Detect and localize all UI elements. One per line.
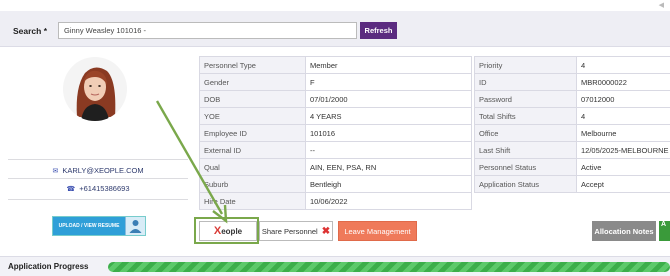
upload-resume-button[interactable]: UPLOAD / VIEW RESUME bbox=[52, 216, 146, 236]
detail-value: 101016 bbox=[305, 124, 472, 142]
detail-value: 07/01/2000 bbox=[305, 90, 472, 108]
detail-row: Employee ID 101016 bbox=[199, 124, 472, 142]
application-progress-bar bbox=[108, 262, 670, 272]
detail-row: Qual AIN, EEN, PSA, RN bbox=[199, 158, 472, 176]
detail-value: 07012000 bbox=[576, 90, 670, 108]
highlight-box bbox=[194, 217, 259, 244]
detail-row: DOB 07/01/2000 bbox=[199, 90, 472, 108]
detail-key: External ID bbox=[199, 141, 306, 159]
allocation-notes-button[interactable]: Allocation Notes bbox=[592, 221, 656, 241]
detail-row: Personnel Type Member bbox=[199, 56, 472, 74]
detail-row: Gender F bbox=[199, 73, 472, 91]
resume-person-icon bbox=[125, 217, 145, 235]
collapse-triangle-icon[interactable]: ◀ bbox=[659, 1, 664, 9]
detail-value: F bbox=[305, 73, 472, 91]
application-progress-label: Application Progress bbox=[8, 262, 89, 271]
detail-value: Active bbox=[576, 158, 670, 176]
share-personnel-button[interactable]: Share Personnel ✖ bbox=[259, 221, 333, 241]
detail-value: 10/06/2022 bbox=[305, 192, 472, 210]
detail-row: ID MBR0000022 bbox=[474, 73, 670, 91]
detail-key: Password bbox=[474, 90, 577, 108]
detail-key: Application Status bbox=[474, 175, 577, 193]
search-input[interactable] bbox=[58, 22, 357, 39]
detail-value: AIN, EEN, PSA, RN bbox=[305, 158, 472, 176]
detail-row: Password 07012000 bbox=[474, 90, 670, 108]
detail-value: 4 bbox=[576, 56, 670, 74]
details-table-right: Priority 4 ID MBR0000022 Password 07012000 Tot… bbox=[474, 56, 670, 193]
detail-value: -- bbox=[305, 141, 472, 159]
detail-row: Office Melbourne bbox=[474, 124, 670, 142]
detail-row: Last Shift12/05/2025-MELBOURNE HOSPITAL bbox=[474, 141, 670, 159]
application-progress-fill bbox=[108, 262, 670, 272]
phone-text: +61415386693 bbox=[79, 184, 130, 193]
allocation-second-button[interactable]: A bbox=[659, 221, 670, 241]
detail-key: Suburb bbox=[199, 175, 306, 193]
top-strip: ◀ bbox=[0, 0, 670, 11]
resume-button-label: UPLOAD / VIEW RESUME bbox=[58, 223, 120, 229]
detail-key: Qual bbox=[199, 158, 306, 176]
share-x-icon: ✖ bbox=[321, 225, 331, 237]
detail-key: ID bbox=[474, 73, 577, 91]
detail-key: Hire Date bbox=[199, 192, 306, 210]
leave-management-button[interactable]: Leave Management bbox=[338, 221, 417, 241]
detail-value: Member bbox=[305, 56, 472, 74]
detail-value: Accept bbox=[576, 175, 670, 193]
detail-value: Bentleigh bbox=[305, 175, 472, 193]
envelope-icon: ✉ bbox=[52, 168, 59, 175]
detail-key: Gender bbox=[199, 73, 306, 91]
detail-row: Hire Date 10/06/2022 bbox=[199, 192, 472, 210]
avatar bbox=[63, 57, 127, 121]
detail-key: Total Shifts bbox=[474, 107, 577, 125]
email-row: ✉ KARLY@XEOPLE.COM bbox=[8, 166, 188, 175]
detail-value: 4 bbox=[576, 107, 670, 125]
profile-divider bbox=[8, 159, 188, 160]
detail-key: Priority bbox=[474, 56, 577, 74]
phone-icon: ☎ bbox=[66, 186, 76, 193]
detail-value: MBR0000022 bbox=[576, 73, 670, 91]
share-personnel-label: Share Personnel bbox=[261, 226, 318, 236]
profile-divider bbox=[8, 178, 188, 179]
detail-key: Office bbox=[474, 124, 577, 142]
detail-key: YOE bbox=[199, 107, 306, 125]
search-bar: Search * Refresh bbox=[0, 11, 670, 47]
refresh-button[interactable]: Refresh bbox=[360, 22, 397, 39]
detail-key: DOB bbox=[199, 90, 306, 108]
application-progress-row: Application Progress bbox=[0, 256, 670, 276]
detail-row: Personnel Status Active bbox=[474, 158, 670, 176]
detail-value: Melbourne bbox=[576, 124, 670, 142]
detail-key: Employee ID bbox=[199, 124, 306, 142]
profile-divider bbox=[8, 199, 188, 200]
detail-row: Suburb Bentleigh bbox=[199, 175, 472, 193]
phone-row: ☎ +61415386693 bbox=[8, 184, 188, 193]
detail-row: YOE 4 YEARS bbox=[199, 107, 472, 125]
details-table-left: Personnel Type Member Gender F DOB 07/01/2000… bbox=[199, 56, 472, 210]
detail-row: Priority 4 bbox=[474, 56, 670, 74]
detail-value: 12/05/2025-MELBOURNE HOSPITAL bbox=[576, 141, 670, 159]
email-text: KARLY@XEOPLE.COM bbox=[62, 166, 144, 175]
detail-key: Personnel Status bbox=[474, 158, 577, 176]
detail-key: Last Shift bbox=[474, 141, 577, 159]
search-label: Search * bbox=[13, 26, 48, 36]
detail-row: Total Shifts 4 bbox=[474, 107, 670, 125]
detail-row: External ID -- bbox=[199, 141, 472, 159]
detail-value: 4 YEARS bbox=[305, 107, 472, 125]
detail-key: Personnel Type bbox=[199, 56, 306, 74]
detail-row: Application Status Accept bbox=[474, 175, 670, 193]
